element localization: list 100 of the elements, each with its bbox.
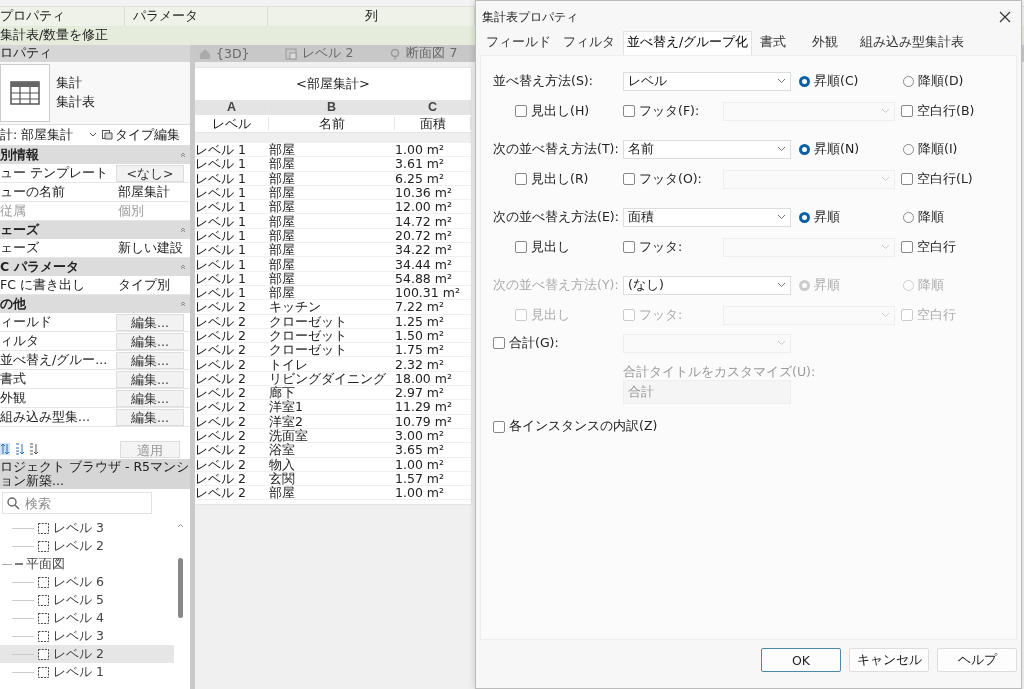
property-value-button[interactable]: 編集... <box>116 370 184 388</box>
tree-item[interactable]: レベル 5 <box>53 591 104 609</box>
table-cell-text: レベル 2 <box>195 471 247 485</box>
dialog-button[interactable]: OK <box>761 648 841 672</box>
dialog-tab[interactable]: 並べ替え/グループ化 <box>623 31 753 55</box>
header-checkbox[interactable]: 見出し(R) <box>515 170 623 188</box>
search-icon <box>7 497 20 510</box>
dialog-tab[interactable]: 外観 <box>808 31 843 55</box>
section-header: C パラメータ <box>0 258 79 276</box>
table-cell-text: レベル 1 <box>195 286 247 300</box>
sort-dropdown[interactable]: 面積 <box>623 207 791 227</box>
footer-checkbox[interactable]: フッタ(O): <box>623 170 723 188</box>
house-icon <box>199 47 211 60</box>
tree-item[interactable]: レベル 6 <box>53 573 104 591</box>
ribbon-panel-title: プロパティ <box>0 8 65 25</box>
pin-icon <box>389 47 402 60</box>
collapse-icon[interactable] <box>180 152 186 158</box>
property-name: ュー テンプレート <box>0 164 109 182</box>
ascending-radio[interactable]: 昇順 <box>799 208 895 226</box>
table-cell-text: 洋室2 <box>269 414 304 428</box>
ribbon-panel-title: パラメータ <box>133 8 198 25</box>
descending-radio[interactable]: 降順 <box>903 208 999 226</box>
tree-item[interactable]: レベル 3 <box>53 627 104 645</box>
tree-item[interactable]: レベル 2 <box>53 537 104 555</box>
collapse-icon[interactable] <box>180 301 186 307</box>
dialog-button[interactable]: キャンセル <box>849 648 929 672</box>
descending-radio[interactable]: 降順(I) <box>903 140 999 158</box>
ascending-radio[interactable]: 昇順(N) <box>799 140 895 158</box>
tree-item[interactable]: レベル 1 <box>53 663 104 681</box>
sort-dropdown[interactable]: 名前 <box>623 139 791 159</box>
type-selector[interactable]: 計: 部屋集計 <box>0 126 86 144</box>
grand-total-checkbox[interactable]: 合計(G): <box>481 334 623 352</box>
table-cell-text: クローゼット <box>269 343 348 357</box>
section-header: ェーズ <box>0 221 39 239</box>
table-cell-text: 100.31 m² <box>395 286 461 300</box>
property-name: 外観 <box>0 389 27 407</box>
property-name: 従属 <box>0 202 27 220</box>
search-field[interactable]: 検索 <box>2 492 152 514</box>
tree-item[interactable]: レベル 4 <box>53 609 104 627</box>
chevron-icon <box>777 340 786 346</box>
descending-radio[interactable]: 降順(D) <box>903 72 999 90</box>
tree-item[interactable]: レベル 3 <box>53 519 104 537</box>
ascending-radio[interactable]: 昇順(C) <box>799 72 895 90</box>
panel-header: ロジェクト ブラウザ - R5マンション新築... <box>0 459 190 489</box>
property-value-button[interactable]: 編集... <box>116 351 184 369</box>
table-cell-text: レベル 2 <box>195 457 247 471</box>
footer-checkbox[interactable]: フッタ: <box>623 238 723 256</box>
table-cell-text: レベル 2 <box>195 429 247 443</box>
property-value-button[interactable]: 編集... <box>116 389 184 407</box>
table-cell-text: 部屋 <box>269 186 296 200</box>
blank-line-checkbox[interactable]: 空白行(L) <box>901 170 973 188</box>
dialog-button[interactable]: ヘルプ <box>937 648 1017 672</box>
collapse-icon[interactable] <box>180 227 186 233</box>
chevron-icon <box>881 312 890 318</box>
type-name: 集計表 <box>56 94 95 111</box>
caret-up-icon[interactable] <box>176 523 184 528</box>
header-checkbox[interactable]: 見出し <box>515 238 623 256</box>
property-value-button[interactable]: 編集... <box>116 408 184 426</box>
table-cell-text: レベル 1 <box>195 143 247 157</box>
ribbon-panel-title: 列 <box>364 8 378 25</box>
view-icon <box>37 593 50 607</box>
table-cell-text: 部屋 <box>269 271 296 285</box>
table-cell-text: クローゼット <box>269 329 348 342</box>
table-cell-text: レベル 2 <box>195 314 247 328</box>
column-letter[interactable]: C <box>395 101 471 114</box>
table-cell-text: 部屋 <box>269 214 296 228</box>
dialog-title: 集計表プロパティ <box>482 9 578 25</box>
blank-line-checkbox[interactable]: 空白行(B) <box>901 102 975 120</box>
blank-line-checkbox[interactable]: 空白行 <box>901 238 956 256</box>
property-value-button[interactable]: <なし> <box>116 164 184 182</box>
column-heading: レベル <box>195 117 269 130</box>
table-cell-text: 10.79 m² <box>395 414 453 428</box>
dialog-tab[interactable]: フィルタ <box>559 31 619 55</box>
dialog-tab[interactable]: 組み込み型集計表 <box>856 31 969 55</box>
schedule-title: <部屋集計> <box>295 75 371 93</box>
table-cell-text: 部屋 <box>269 143 296 157</box>
column-heading: 名前 <box>269 117 395 130</box>
sort-descending-icon[interactable] <box>28 443 38 455</box>
tree-item[interactable]: 平面図 <box>26 555 65 573</box>
property-name: ィールド <box>0 313 53 331</box>
view-icon <box>37 575 50 589</box>
footer-checkbox[interactable]: フッタ(F): <box>623 102 723 120</box>
property-value-button[interactable]: 編集... <box>116 313 184 331</box>
close-icon[interactable] <box>999 11 1011 23</box>
property-value-button[interactable]: 編集... <box>116 332 184 350</box>
edit-type-button[interactable]: タイプ編集 <box>100 126 180 144</box>
column-letter[interactable]: A <box>195 101 269 114</box>
dialog-tab[interactable]: フィールド <box>482 31 555 55</box>
table-cell-text: 6.25 m² <box>395 171 445 185</box>
dialog-tab[interactable]: 書式 <box>756 31 791 55</box>
table-cell-text: レベル 2 <box>195 414 247 428</box>
itemize-checkbox[interactable]: 各インスタンスの内訳(Z) <box>493 418 658 435</box>
header-checkbox[interactable]: 見出し(H) <box>515 102 623 120</box>
sort-dropdown[interactable]: レベル <box>623 71 791 91</box>
column-letter[interactable]: B <box>269 101 395 114</box>
collapse-icon[interactable] <box>180 264 186 270</box>
sort-ascending-icon[interactable] <box>14 443 24 455</box>
sort-icon[interactable] <box>0 443 10 455</box>
view-icon <box>37 539 50 553</box>
table-cell-text: レベル 2 <box>195 386 247 400</box>
